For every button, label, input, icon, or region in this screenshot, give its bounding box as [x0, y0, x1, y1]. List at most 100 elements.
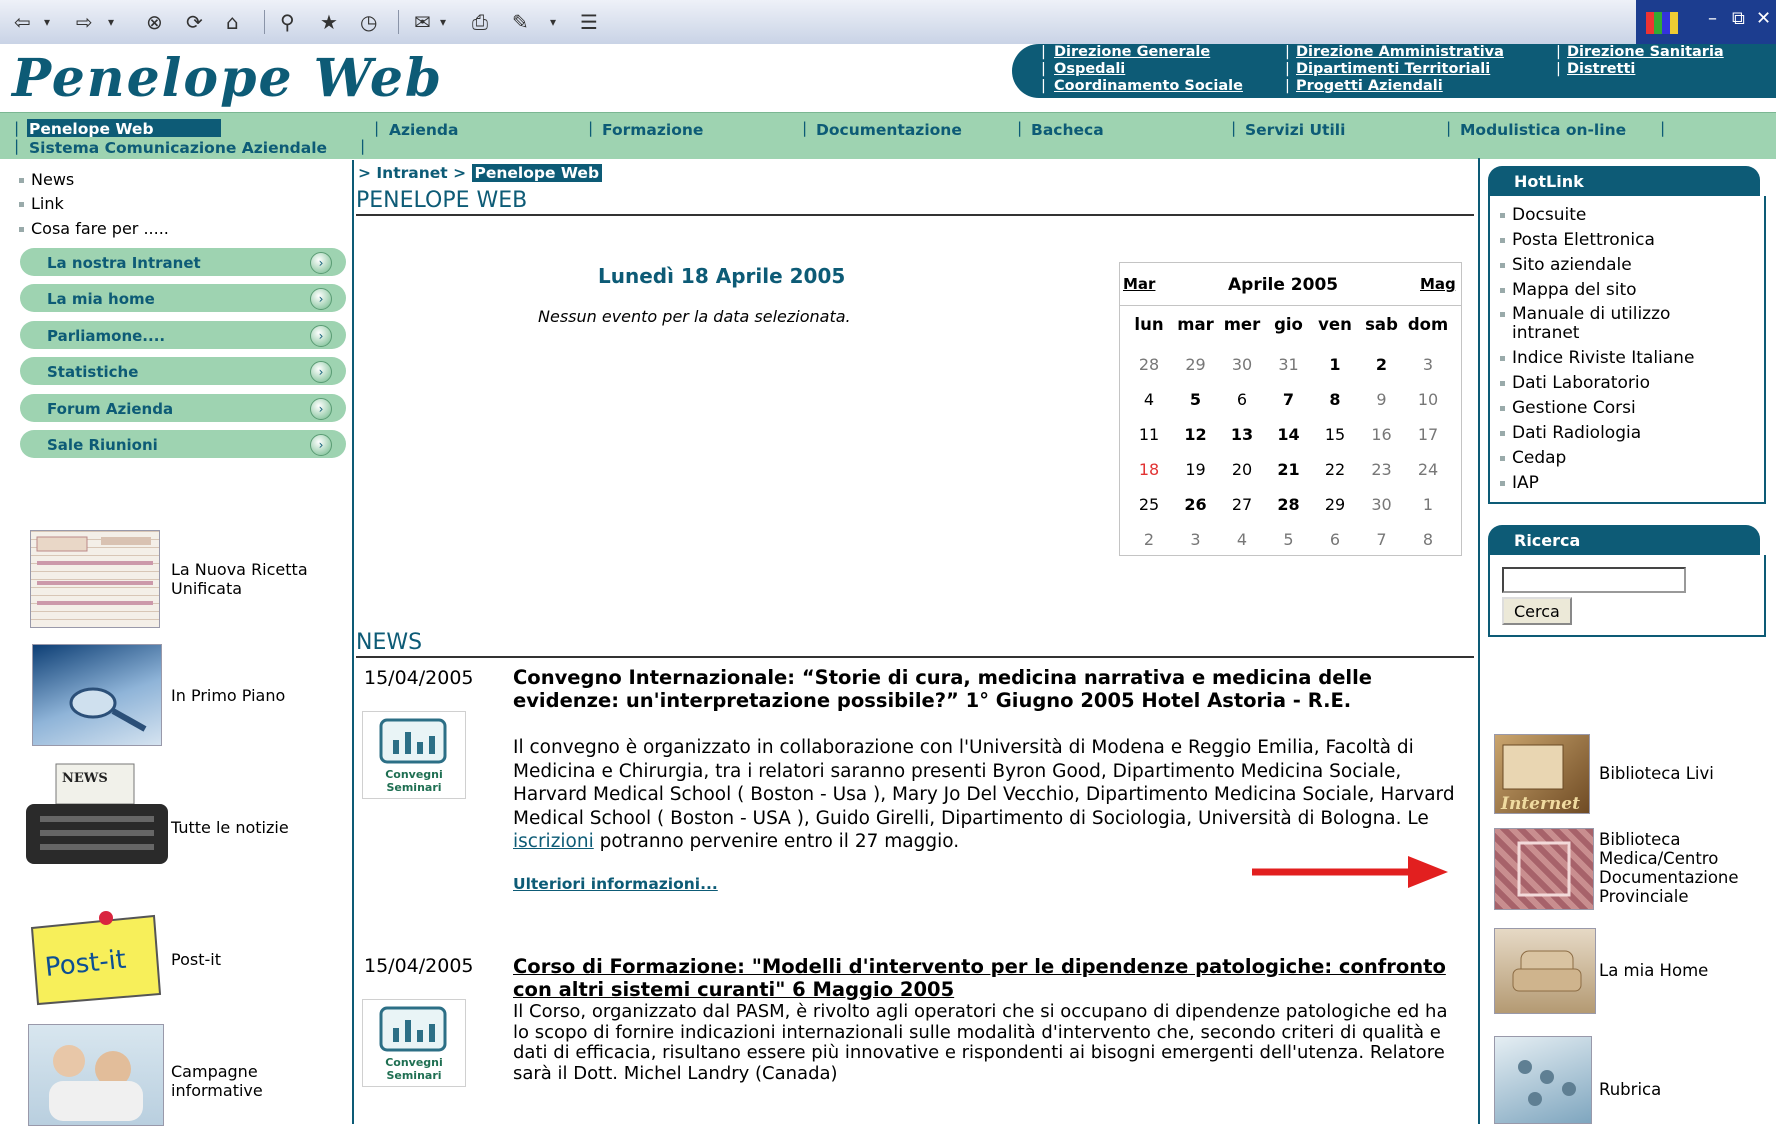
calendar-day[interactable]: 3 — [1173, 530, 1219, 549]
breadcrumb-intranet[interactable]: Intranet — [376, 164, 447, 182]
calendar-day[interactable]: 3 — [1405, 355, 1451, 374]
menu-forum-azienda[interactable]: Forum Azienda › — [20, 394, 346, 422]
feature-la-mia-home[interactable]: La mia Home — [1599, 961, 1708, 980]
nav-item-penelope-web[interactable]: Penelope Web — [27, 119, 221, 138]
close-icon[interactable]: ✕ — [1756, 8, 1771, 29]
header-link-direzione-amministrativa[interactable]: Direzione Amministrativa — [1296, 44, 1504, 60]
calendar-day[interactable]: 6 — [1219, 390, 1265, 409]
biblioteca-livi-thumbnail[interactable]: Internet — [1494, 734, 1590, 814]
nav-item-documentazione[interactable]: Documentazione — [816, 121, 962, 139]
header-link-direzione-sanitaria[interactable]: Direzione Sanitaria — [1567, 44, 1724, 60]
calendar-day[interactable]: 19 — [1173, 460, 1219, 479]
news-category-icon[interactable]: Convegni Seminari — [362, 999, 466, 1087]
header-link-direzione-generale[interactable]: Direzione Generale — [1054, 44, 1210, 60]
feature-la-nuova-ricetta[interactable]: La Nuova Ricetta Unificata — [171, 560, 352, 598]
calendar-day[interactable]: 29 — [1312, 495, 1358, 514]
home-icon[interactable]: ⌂ — [226, 10, 239, 34]
forward-icon[interactable]: ⇨ — [76, 10, 93, 34]
favorites-icon[interactable]: ★ — [320, 10, 338, 34]
calendar-day[interactable]: 16 — [1359, 425, 1405, 444]
hotlink-manuale[interactable]: Manuale di utilizzo intranet — [1500, 305, 1742, 343]
back-icon[interactable]: ⇦ — [14, 10, 31, 34]
nav-item-servizi-utili[interactable]: Servizi Utili — [1245, 121, 1345, 139]
left-link-cosa-fare-per[interactable]: Cosa fare per ..... — [19, 219, 169, 238]
calendar-day[interactable]: 1 — [1312, 355, 1358, 374]
hotlink-gestione-corsi[interactable]: Gestione Corsi — [1500, 399, 1636, 418]
calendar-day[interactable]: 29 — [1173, 355, 1219, 374]
feature-biblioteca-livi[interactable]: Biblioteca Livi — [1599, 764, 1714, 783]
edit-dropdown-icon[interactable]: ▾ — [550, 10, 556, 34]
minimize-icon[interactable]: – — [1708, 8, 1717, 29]
biblioteca-medica-thumbnail[interactable] — [1494, 828, 1594, 910]
left-link-news[interactable]: News — [18, 170, 74, 189]
hotlink-docsuite[interactable]: Docsuite — [1499, 206, 1586, 225]
nav-item-sistema-comunicazione[interactable]: Sistema Comunicazione Aziendale — [29, 139, 327, 157]
feature-post-it[interactable]: Post-it — [171, 950, 221, 969]
calendar-day[interactable]: 20 — [1219, 460, 1265, 479]
calendar-day[interactable]: 27 — [1219, 495, 1265, 514]
calendar-day[interactable]: 8 — [1405, 530, 1451, 549]
calendar-day[interactable]: 24 — [1405, 460, 1451, 479]
feature-rubrica[interactable]: Rubrica — [1599, 1080, 1661, 1099]
tutte-le-notizie-thumbnail[interactable]: NEWS — [22, 760, 172, 868]
nav-item-azienda[interactable]: Azienda — [389, 121, 458, 139]
calendar-day[interactable]: 21 — [1266, 460, 1312, 479]
menu-la-mia-home[interactable]: La mia home › — [20, 284, 346, 312]
news-headline-link[interactable]: Corso di Formazione: "Modelli d'interven… — [513, 955, 1463, 1001]
print-icon[interactable]: ⎙ — [472, 10, 488, 34]
calendar-day[interactable]: 9 — [1359, 390, 1405, 409]
edit-icon[interactable]: ✎ — [512, 10, 529, 34]
nav-item-formazione[interactable]: Formazione — [602, 121, 703, 139]
calendar-day[interactable]: 15 — [1312, 425, 1358, 444]
news-category-icon[interactable]: Convegni Seminari — [362, 711, 466, 799]
discuss-icon[interactable]: ☰ — [580, 10, 598, 34]
calendar-day[interactable]: 6 — [1312, 530, 1358, 549]
calendar-day[interactable]: 30 — [1359, 495, 1405, 514]
calendar-day[interactable]: 5 — [1266, 530, 1312, 549]
search-icon[interactable]: ⚲ — [280, 10, 295, 34]
calendar-day[interactable]: 12 — [1173, 425, 1219, 444]
calendar-day[interactable]: 30 — [1219, 355, 1265, 374]
feature-tutte-le-notizie[interactable]: Tutte le notizie — [171, 818, 289, 837]
hotlink-sito-aziendale[interactable]: Sito aziendale — [1500, 256, 1632, 275]
calendar-day[interactable]: 2 — [1359, 355, 1405, 374]
search-input[interactable] — [1502, 567, 1686, 593]
menu-la-nostra-intranet[interactable]: La nostra Intranet › — [20, 248, 346, 276]
mail-dropdown-icon[interactable]: ▾ — [440, 10, 446, 34]
calendar-day[interactable]: 8 — [1312, 390, 1358, 409]
refresh-icon[interactable]: ⟳ — [186, 10, 203, 34]
site-logo[interactable]: Penelope Web — [12, 48, 443, 109]
nav-item-bacheca[interactable]: Bacheca — [1031, 121, 1104, 139]
calendar-day[interactable]: 22 — [1312, 460, 1358, 479]
calendar-day[interactable]: 13 — [1219, 425, 1265, 444]
calendar-day[interactable]: 10 — [1405, 390, 1451, 409]
calendar-day[interactable]: 11 — [1126, 425, 1172, 444]
calendar-day[interactable]: 14 — [1266, 425, 1312, 444]
hotlink-cedap[interactable]: Cedap — [1499, 449, 1566, 468]
header-link-ospedali[interactable]: Ospedali — [1054, 61, 1125, 77]
menu-parliamone[interactable]: Parliamone.... › — [20, 321, 346, 349]
feature-campagne-informative[interactable]: Campagne informative — [171, 1062, 352, 1100]
calendar-day[interactable]: 4 — [1219, 530, 1265, 549]
post-it-thumbnail[interactable]: Post-it — [26, 906, 164, 1006]
feature-in-primo-piano[interactable]: In Primo Piano — [171, 686, 285, 705]
ricetta-thumbnail[interactable] — [30, 530, 160, 628]
hotlink-dati-radiologia[interactable]: Dati Radiologia — [1499, 424, 1641, 443]
read-more-link[interactable]: Ulteriori informazioni... — [513, 875, 718, 893]
forward-dropdown-icon[interactable]: ▾ — [108, 10, 114, 34]
calendar-next-month[interactable]: Mag — [1420, 275, 1456, 293]
history-icon[interactable]: ◷ — [360, 10, 377, 34]
hotlink-posta-elettronica[interactable]: Posta Elettronica — [1500, 231, 1655, 250]
rubrica-thumbnail[interactable] — [1494, 1036, 1592, 1124]
header-link-distretti[interactable]: Distretti — [1567, 61, 1635, 77]
calendar-day[interactable]: 7 — [1266, 390, 1312, 409]
search-button[interactable]: Cerca — [1502, 597, 1572, 625]
calendar-day[interactable]: 25 — [1126, 495, 1172, 514]
calendar-day[interactable]: 28 — [1266, 495, 1312, 514]
left-link-link[interactable]: Link — [19, 194, 64, 213]
in-primo-piano-thumbnail[interactable] — [32, 644, 162, 746]
hotlink-dati-laboratorio[interactable]: Dati Laboratorio — [1500, 374, 1650, 393]
header-link-dipartimenti-territoriali[interactable]: Dipartimenti Territoriali — [1296, 61, 1490, 77]
calendar-day[interactable]: 5 — [1173, 390, 1219, 409]
nav-item-modulistica[interactable]: Modulistica on-line — [1460, 121, 1626, 139]
